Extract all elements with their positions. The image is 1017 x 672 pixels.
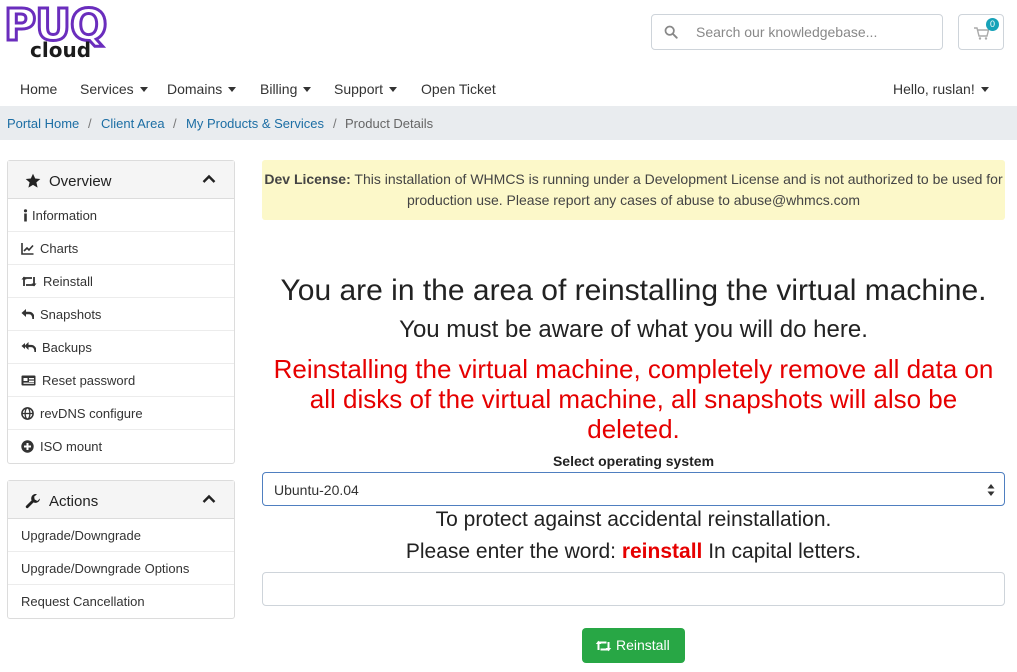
caret-down-icon (303, 87, 312, 92)
sidebar-item-snapshots[interactable]: Snapshots (8, 298, 234, 331)
nav-domains-label: Domains (167, 81, 223, 97)
sidebar-item-label: Reinstall (43, 274, 93, 289)
caret-down-icon (980, 87, 989, 92)
sidebar-item-information[interactable]: Information (8, 199, 234, 232)
breadcrumb-portal-home[interactable]: Portal Home (7, 116, 79, 131)
breadcrumb-separator: / (88, 116, 92, 131)
breadcrumb-separator: / (173, 116, 177, 131)
logo-sub-text: cloud (30, 38, 92, 62)
star-icon (25, 173, 41, 188)
sidebar-item-request-cancellation[interactable]: Request Cancellation (8, 585, 234, 618)
chart-icon (21, 243, 34, 255)
os-select[interactable]: Ubuntu-20.04 (262, 472, 1005, 506)
alert-text: This installation of WHMCS is running un… (350, 171, 1003, 208)
chevron-up-icon[interactable] (202, 174, 216, 184)
plus-circle-icon (21, 440, 34, 453)
os-select-label: Select operating system (552, 453, 715, 469)
sidebar-item-backups[interactable]: Backups (8, 331, 234, 364)
caret-down-icon (389, 87, 398, 92)
reply-all-icon (21, 342, 36, 353)
overview-panel-header[interactable]: Overview (8, 161, 234, 199)
nav-domains[interactable]: Domains (167, 81, 237, 97)
sidebar-item-label: Charts (40, 241, 79, 256)
nav-home-label: Home (20, 81, 58, 97)
sidebar-item-label: Request Cancellation (21, 594, 145, 609)
cart-icon (974, 27, 989, 40)
main-nav: Home Services Domains Billing Support Op… (0, 78, 1017, 102)
os-select-value: Ubuntu-20.04 (274, 482, 359, 498)
sidebar-item-reinstall[interactable]: Reinstall (8, 265, 234, 298)
sidebar-item-iso-mount[interactable]: ISO mount (8, 430, 234, 463)
search-icon (664, 25, 678, 39)
user-menu[interactable]: Hello, ruslan! (893, 81, 989, 97)
nav-open-ticket[interactable]: Open Ticket (421, 81, 496, 97)
wrench-icon (25, 493, 40, 509)
cart-count-badge: 0 (986, 18, 999, 31)
knowledgebase-search[interactable] (651, 14, 943, 50)
protect-text: To protect against accidental reinstalla… (435, 508, 832, 531)
confirm-keyword: reinstall (621, 540, 703, 563)
nav-open-ticket-label: Open Ticket (421, 81, 496, 97)
caret-down-icon (228, 87, 237, 92)
page-heading: You are in the area of reinstalling the … (280, 274, 987, 307)
overview-panel: Overview Information Charts Reinstall Sn… (7, 160, 235, 464)
confirm-word-field[interactable] (262, 572, 1005, 606)
globe-icon (21, 407, 34, 420)
sidebar-item-label: Reset password (42, 373, 136, 388)
enter-word-text: Please enter the word: reinstall In capi… (262, 540, 1005, 564)
actions-title: Actions (49, 493, 99, 510)
sidebar-item-label: Upgrade/Downgrade (21, 528, 141, 543)
enter-prefix: Please enter the word: (405, 540, 622, 563)
breadcrumb: Portal Home / Client Area / My Products … (0, 106, 1017, 140)
id-card-icon (21, 375, 36, 386)
breadcrumb-my-products[interactable]: My Products & Services (186, 116, 324, 131)
breadcrumb-client-area[interactable]: Client Area (101, 116, 165, 131)
actions-panel-header[interactable]: Actions (8, 481, 234, 519)
sidebar-item-label: Information (32, 208, 98, 223)
sidebar-item-upgrade-downgrade-options[interactable]: Upgrade/Downgrade Options (8, 552, 234, 585)
search-input[interactable] (696, 24, 926, 40)
sidebar-item-reset-password[interactable]: Reset password (8, 364, 234, 397)
reinstall-warning: Reinstalling the virtual machine, comple… (273, 354, 994, 444)
sidebar-item-charts[interactable]: Charts (8, 232, 234, 265)
caret-down-icon (139, 87, 148, 92)
sidebar-item-label: Upgrade/Downgrade Options (21, 561, 190, 576)
chevron-up-icon[interactable] (202, 494, 216, 504)
brand-logo[interactable]: PUQ cloud (2, 0, 128, 62)
nav-billing[interactable]: Billing (260, 81, 312, 97)
sidebar-item-revdns[interactable]: revDNS configure (8, 397, 234, 430)
reply-icon (21, 309, 34, 320)
breadcrumb-current: Product Details (345, 116, 434, 131)
nav-support[interactable]: Support (334, 81, 398, 97)
breadcrumb-separator: / (333, 116, 337, 131)
sidebar-item-label: revDNS configure (40, 406, 143, 421)
enter-suffix: In capital letters. (702, 540, 862, 563)
page-subheading: You must be aware of what you will do he… (399, 316, 868, 343)
nav-services[interactable]: Services (80, 81, 148, 97)
sidebar-item-label: Snapshots (40, 307, 102, 322)
cart-button[interactable]: 0 (958, 14, 1004, 50)
reinstall-button-label: Reinstall (616, 637, 670, 653)
sidebar-item-upgrade-downgrade[interactable]: Upgrade/Downgrade (8, 519, 234, 552)
retweet-icon (595, 640, 612, 652)
alert-strong: Dev License: (264, 171, 351, 187)
overview-title: Overview (49, 173, 112, 190)
nav-services-label: Services (80, 81, 134, 97)
user-greeting: Hello, ruslan! (893, 81, 975, 97)
reinstall-button[interactable]: Reinstall (582, 628, 685, 663)
nav-billing-label: Billing (260, 81, 298, 97)
select-arrows-icon (987, 484, 995, 496)
confirm-word-input[interactable] (263, 573, 1004, 605)
sidebar-item-label: Backups (42, 340, 92, 355)
retweet-icon (21, 276, 37, 287)
actions-panel: Actions Upgrade/Downgrade Upgrade/Downgr… (7, 480, 235, 619)
dev-license-alert: Dev License: This installation of WHMCS … (262, 160, 1005, 220)
nav-support-label: Support (334, 81, 384, 97)
nav-home[interactable]: Home (20, 81, 57, 97)
sidebar-item-label: ISO mount (40, 439, 103, 454)
